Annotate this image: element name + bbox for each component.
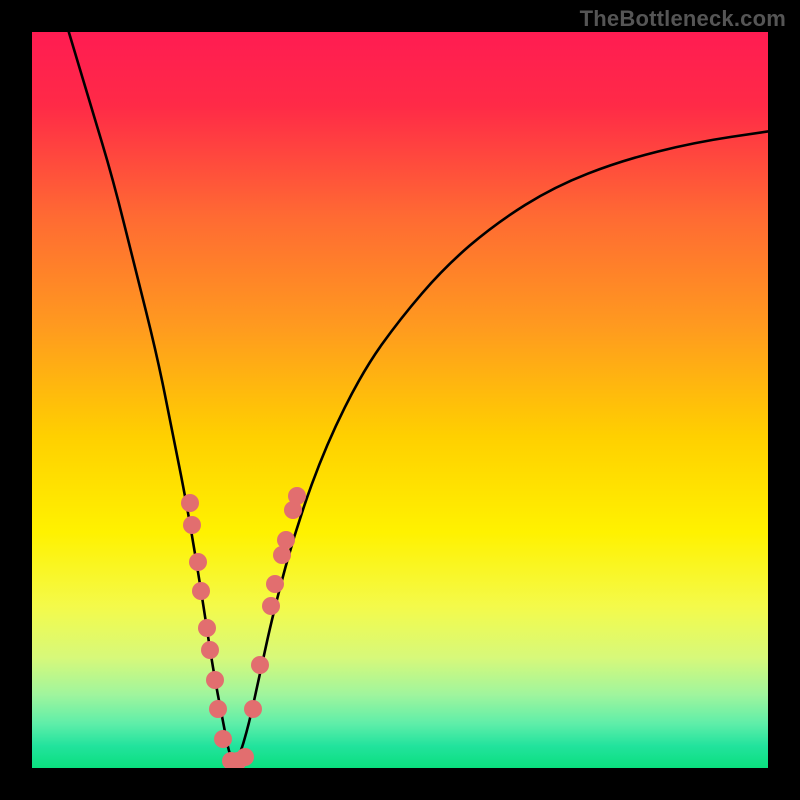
data-dot bbox=[206, 671, 224, 689]
data-dot bbox=[192, 582, 210, 600]
data-dot bbox=[251, 656, 269, 674]
data-dot bbox=[277, 531, 295, 549]
data-dot bbox=[201, 641, 219, 659]
plot-area bbox=[32, 32, 768, 768]
data-dot bbox=[236, 748, 254, 766]
data-dot bbox=[183, 516, 201, 534]
data-dot bbox=[288, 487, 306, 505]
data-dot bbox=[214, 730, 232, 748]
watermark-text: TheBottleneck.com bbox=[580, 6, 786, 32]
data-dot bbox=[198, 619, 216, 637]
data-dot bbox=[266, 575, 284, 593]
data-dot bbox=[244, 700, 262, 718]
data-dot bbox=[209, 700, 227, 718]
data-dot bbox=[181, 494, 199, 512]
chart-stage: TheBottleneck.com bbox=[0, 0, 800, 800]
data-dot bbox=[262, 597, 280, 615]
background-gradient bbox=[32, 32, 768, 768]
data-dot bbox=[189, 553, 207, 571]
